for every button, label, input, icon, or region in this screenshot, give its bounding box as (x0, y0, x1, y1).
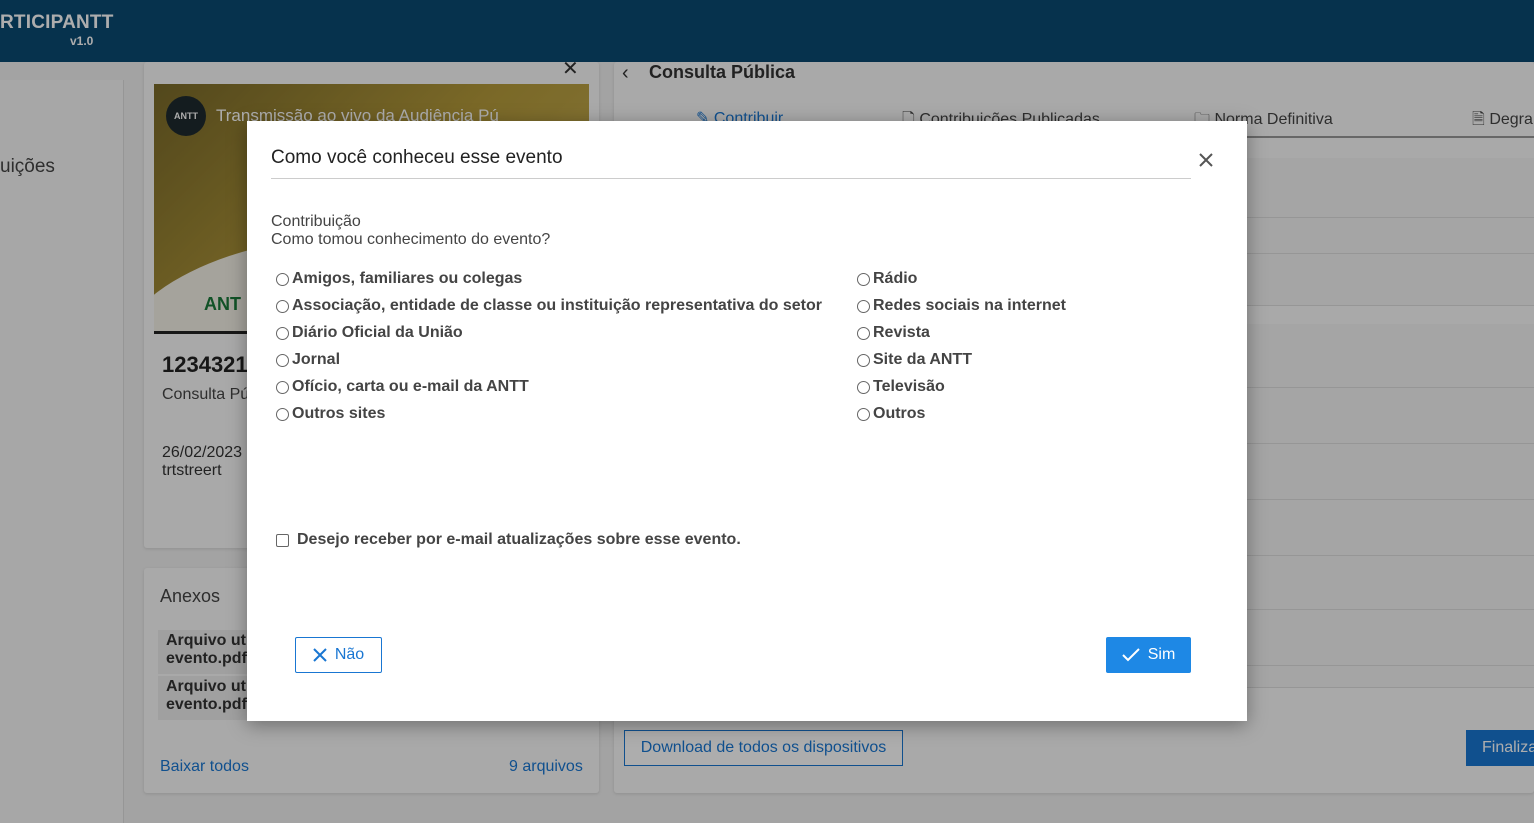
radio-option-amigos[interactable]: Amigos, familiares ou colegas (276, 269, 522, 289)
radio-option-associacao[interactable]: Associação, entidade de classe ou instit… (276, 296, 822, 316)
radio-button[interactable] (857, 353, 870, 367)
radio-button[interactable] (276, 380, 289, 394)
radio-button[interactable] (276, 326, 289, 340)
radio-button[interactable] (857, 326, 870, 340)
yes-button[interactable]: Sim (1106, 637, 1191, 673)
radio-option-diario-oficial[interactable]: Diário Oficial da União (276, 323, 463, 343)
radio-button[interactable] (276, 407, 289, 421)
radio-option-revista[interactable]: Revista (857, 323, 930, 343)
question-text: Como tomou conhecimento do evento? (271, 231, 551, 248)
check-icon (1122, 648, 1140, 662)
radio-option-televisao[interactable]: Televisão (857, 377, 945, 397)
radio-button[interactable] (857, 380, 870, 394)
radio-button[interactable] (857, 272, 870, 286)
radio-button[interactable] (276, 272, 289, 286)
event-source-dialog: Como você conheceu esse evento Contribui… (247, 121, 1247, 721)
checkbox[interactable] (276, 533, 289, 547)
radio-button[interactable] (276, 353, 289, 367)
radio-option-radio[interactable]: Rádio (857, 269, 917, 289)
question-category: Contribuição (271, 213, 361, 230)
close-icon[interactable] (1195, 149, 1217, 171)
radio-option-outros[interactable]: Outros (857, 404, 925, 424)
close-icon (313, 648, 327, 662)
dialog-title: Como você conheceu esse evento (271, 147, 563, 168)
email-updates-checkbox[interactable]: Desejo receber por e-mail atualizações s… (276, 531, 741, 549)
radio-button[interactable] (857, 299, 870, 313)
radio-option-redes-sociais[interactable]: Redes sociais na internet (857, 296, 1066, 316)
radio-button[interactable] (857, 407, 870, 421)
radio-option-site-antt[interactable]: Site da ANTT (857, 350, 972, 370)
radio-option-jornal[interactable]: Jornal (276, 350, 340, 370)
dialog-divider (271, 178, 1191, 179)
radio-button[interactable] (276, 299, 289, 313)
radio-option-oficio[interactable]: Ofício, carta ou e-mail da ANTT (276, 377, 529, 397)
radio-option-outros-sites[interactable]: Outros sites (276, 404, 385, 424)
no-button[interactable]: Não (295, 637, 382, 673)
